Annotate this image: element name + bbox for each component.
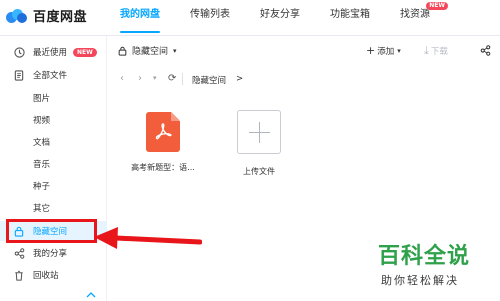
main-nav: 我的网盘 传输列表 好友分享 功能宝箱 找资源 NEW	[110, 0, 450, 36]
sidebar-item-label: 其它	[33, 204, 51, 214]
file-name: 上传文件	[243, 167, 275, 176]
sidebar-item-label: 最近使用	[33, 48, 68, 58]
sidebar-item-all-files[interactable]: 全部文件	[0, 65, 107, 85]
app-logo[interactable]: 百度网盘	[6, 6, 87, 25]
folder-selector[interactable]: 隐藏空间 ▾	[118, 44, 177, 57]
clock-icon	[13, 46, 25, 58]
sidebar-item-torrents[interactable]: 种子	[0, 176, 107, 196]
pdf-file-icon	[146, 112, 180, 152]
sidebar-item-documents[interactable]: 文档	[0, 132, 107, 152]
divider	[182, 73, 183, 85]
sidebar: 最近使用 NEW 全部文件 图片 视频 文档 音乐 种子 其它 隐藏空间 我的分…	[0, 36, 107, 301]
trash-icon	[13, 269, 25, 281]
caret-down-icon: ▾	[173, 46, 177, 55]
tab-toolbox[interactable]: 功能宝箱	[320, 0, 380, 36]
sidebar-item-label: 种子	[33, 182, 51, 192]
upload-file-item[interactable]: 上传文件	[224, 108, 294, 177]
sidebar-item-label: 我的分享	[33, 249, 68, 259]
refresh-icon[interactable]: ⟳	[168, 73, 176, 84]
download-button[interactable]: ⤓ 下载	[424, 45, 448, 57]
folder-selector-label: 隐藏空间	[132, 47, 169, 57]
sidebar-item-recycle-bin[interactable]: 回收站	[0, 265, 107, 285]
sidebar-item-label: 全部文件	[33, 71, 68, 81]
path-bar: ‹ › ▾ ⟳ 隐藏空间 >	[108, 66, 500, 92]
lock-icon	[118, 46, 128, 56]
share-icon	[13, 247, 25, 259]
forward-icon[interactable]: ›	[138, 73, 142, 84]
file-name: 高考新题型：语...	[131, 163, 195, 172]
toolbar: 隐藏空间 ▾ + 添加 ▾ ⤓ 下载	[108, 36, 500, 66]
file-item[interactable]: 高考新题型：语...	[128, 108, 198, 173]
top-bar: 百度网盘 我的网盘 传输列表 好友分享 功能宝箱 找资源 NEW	[0, 0, 500, 36]
sidebar-item-other[interactable]: 其它	[0, 198, 107, 218]
annotation-arrow-icon	[94, 227, 202, 249]
cloud-logo-icon	[6, 8, 28, 23]
add-button-label: 添加	[377, 47, 395, 57]
share-button[interactable]	[480, 45, 491, 59]
new-badge: NEW	[73, 47, 97, 57]
document-icon	[13, 69, 25, 81]
tab-friend-share[interactable]: 好友分享	[250, 0, 310, 36]
sidebar-item-label: 图片	[33, 94, 51, 104]
sidebar-item-label: 文档	[33, 138, 51, 148]
back-icon[interactable]: ‹	[120, 73, 124, 84]
upload-plus-icon	[237, 110, 281, 154]
sidebar-item-label: 视频	[33, 116, 51, 126]
tab-transfer-list[interactable]: 传输列表	[180, 0, 240, 36]
sidebar-item-images[interactable]: 图片	[0, 88, 107, 108]
tab-find-resources[interactable]: 找资源 NEW	[390, 0, 448, 36]
sidebar-item-music[interactable]: 音乐	[0, 154, 107, 174]
add-button[interactable]: + 添加 ▾	[366, 45, 401, 57]
sidebar-item-label: 音乐	[33, 160, 51, 170]
caret-down-icon[interactable]: ▾	[153, 74, 157, 82]
tab-find-resources-label: 找资源	[400, 9, 430, 20]
sidebar-item-videos[interactable]: 视频	[0, 110, 107, 130]
expand-icon[interactable]	[86, 292, 96, 298]
annotation-highlight-box	[6, 219, 97, 243]
sidebar-item-label: 回收站	[33, 271, 59, 281]
app-title: 百度网盘	[33, 10, 88, 25]
sidebar-item-recent[interactable]: 最近使用 NEW	[0, 42, 107, 62]
breadcrumb-separator: >	[236, 74, 244, 84]
breadcrumb[interactable]: 隐藏空间	[192, 74, 226, 86]
new-badge: NEW	[426, 2, 448, 10]
tab-my-drive[interactable]: 我的网盘	[110, 0, 170, 36]
caret-down-icon: ▾	[397, 47, 401, 55]
download-icon: ⤓	[424, 44, 429, 57]
download-button-label: 下载	[430, 47, 448, 57]
watermark-subtitle: 助你轻松解决	[381, 274, 459, 287]
plus-icon: +	[366, 44, 376, 57]
share-icon	[480, 45, 491, 59]
watermark-title: 百科全说	[378, 244, 471, 269]
